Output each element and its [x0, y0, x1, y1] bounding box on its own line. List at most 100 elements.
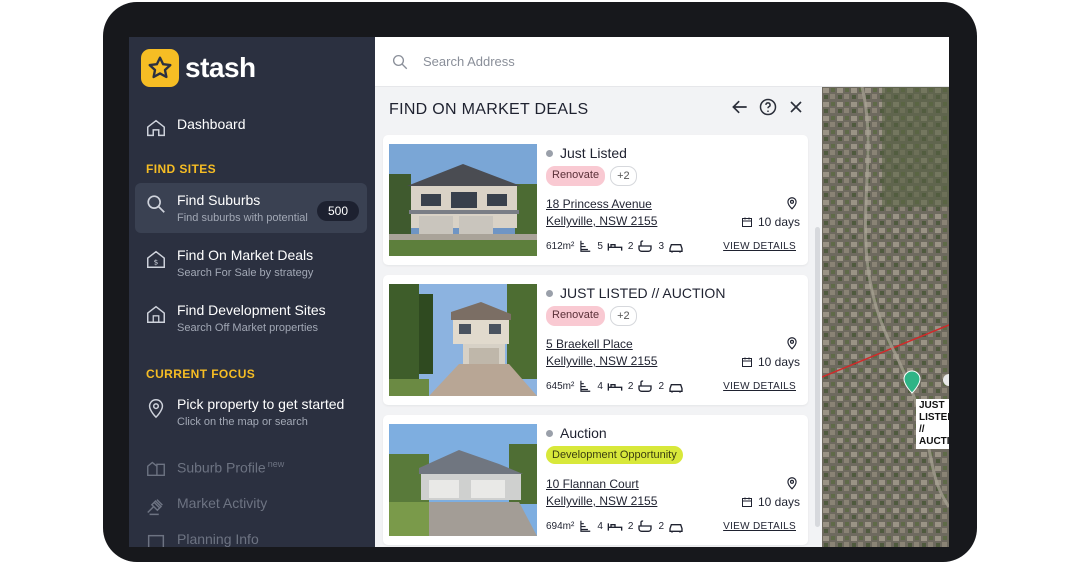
days-text: 10 days: [757, 215, 800, 229]
car-icon: [669, 244, 683, 253]
bath-count: 2: [627, 240, 634, 252]
panel-actions: [730, 97, 806, 117]
living-count: 2: [658, 380, 665, 392]
house-dollar-icon: $: [147, 250, 165, 268]
strategy-tag: Renovate: [546, 166, 606, 186]
bed-count: 5: [597, 240, 603, 252]
car-icon: [669, 384, 683, 393]
listing-card[interactable]: Just Listed Renovate +2 18 Princess Aven…: [383, 135, 808, 265]
house-outline-icon: [147, 305, 165, 323]
sidebar-item-label: Find On Market Deals: [177, 247, 314, 263]
sidebar-item-label: Find Suburbs: [177, 192, 261, 208]
listing-status: JUST LISTED // AUCTION: [560, 285, 726, 301]
logo[interactable]: stash: [141, 49, 256, 87]
sidebar-item-dashboard[interactable]: Dashboard: [135, 107, 367, 147]
section-find-sites: FIND SITES: [146, 162, 217, 176]
listing-card[interactable]: Auction Development Opportunity 10 Flann…: [383, 415, 808, 545]
calendar-icon: [741, 217, 752, 227]
land-size: 645m²: [546, 380, 575, 392]
sidebar: stash Dashboard FIND SITES Find Suburbs …: [129, 37, 375, 547]
calendar-icon: [741, 497, 752, 507]
bed-icon: [607, 243, 623, 251]
listing-photo: [389, 424, 537, 536]
sidebar-item-label: Market Activity: [177, 495, 268, 511]
sidebar-item-subtitle: Search For Sale by strategy: [177, 267, 314, 279]
suburb-building-icon: [147, 461, 165, 477]
listing-address-line1[interactable]: 5 Braekell Place: [546, 337, 633, 351]
sidebar-item-label: Find Development Sites: [177, 302, 326, 318]
listing-status: Just Listed: [560, 145, 627, 161]
suburb-count-badge: 500: [316, 201, 359, 221]
days-text: 10 days: [757, 355, 800, 369]
land-area-icon: [580, 520, 591, 532]
map-marker-label: JUST LISTED // AUCTION: [916, 399, 949, 449]
star-logo-icon: [141, 49, 179, 87]
search-icon: [147, 195, 165, 213]
listing-address-line2[interactable]: Kellyville, NSW 2155: [546, 354, 657, 368]
sidebar-item-find-development-sites[interactable]: Find Development Sites Search Off Market…: [135, 293, 367, 343]
search-icon[interactable]: [391, 53, 409, 71]
bath-count: 2: [627, 380, 634, 392]
land-area-icon: [580, 380, 591, 392]
sidebar-item-planning-info[interactable]: Planning Info: [135, 522, 367, 547]
bed-icon: [607, 383, 623, 391]
sidebar-item-label: Pick property to get started: [177, 396, 345, 412]
bath-icon: [638, 520, 653, 532]
sidebar-item-suburb-profile[interactable]: Suburb Profile new: [135, 447, 367, 487]
listing-address-line1[interactable]: 18 Princess Avenue: [546, 197, 652, 211]
sidebar-item-label: Suburb Profile: [177, 459, 266, 476]
map-pin-icon[interactable]: [785, 335, 799, 351]
help-icon[interactable]: [758, 97, 778, 117]
listing-address-line2[interactable]: Kellyville, NSW 2155: [546, 494, 657, 508]
sidebar-item-find-on-market-deals[interactable]: $ Find On Market Deals Search For Sale b…: [135, 238, 367, 288]
sidebar-item-subtitle: Search Off Market properties: [177, 322, 319, 334]
days-on-market: 10 days: [741, 215, 800, 229]
days-on-market: 10 days: [741, 495, 800, 509]
listing-photo: [389, 284, 537, 396]
sidebar-item-pick-property[interactable]: Pick property to get started Click on th…: [135, 387, 367, 437]
strategy-tag: Renovate: [546, 306, 606, 326]
close-icon[interactable]: [786, 97, 806, 117]
satellite-map[interactable]: JUST LISTED // AUCTION: [822, 87, 949, 547]
sidebar-item-market-activity[interactable]: Market Activity: [135, 486, 367, 526]
car-icon: [669, 524, 683, 533]
view-details-link[interactable]: VIEW DETAILS: [723, 381, 796, 392]
view-details-link[interactable]: VIEW DETAILS: [723, 241, 796, 252]
listing-specs: 645m² 4 2 2: [546, 379, 689, 393]
listing-photo: [389, 144, 537, 256]
map-pin-icon[interactable]: [785, 195, 799, 211]
calendar-icon: [741, 357, 752, 367]
sidebar-item-label: Dashboard: [177, 116, 246, 132]
listing-specs: 694m² 4 2 2: [546, 519, 689, 533]
land-size: 612m²: [546, 240, 575, 252]
living-count: 3: [658, 240, 665, 252]
panel-scrollbar[interactable]: [815, 227, 820, 527]
land-area-icon: [580, 240, 591, 252]
sidebar-item-label: Planning Info: [177, 531, 259, 547]
bath-icon: [638, 240, 653, 252]
location-pin-icon: [148, 399, 164, 419]
more-tags-button[interactable]: +2: [610, 166, 637, 186]
status-dot: [546, 429, 553, 437]
land-size: 694m²: [546, 520, 575, 532]
bath-icon: [638, 380, 653, 392]
listing-card[interactable]: JUST LISTED // AUCTION Renovate +2 5 Bra…: [383, 275, 808, 405]
listing-address-line1[interactable]: 10 Flannan Court: [546, 477, 639, 491]
home-icon: [147, 119, 165, 137]
sidebar-item-find-suburbs[interactable]: Find Suburbs Find suburbs with potential…: [135, 183, 367, 233]
search-bar: [375, 37, 949, 87]
view-details-link[interactable]: VIEW DETAILS: [723, 521, 796, 532]
bed-count: 4: [597, 520, 603, 532]
gavel-icon: [147, 499, 163, 516]
search-input[interactable]: [423, 54, 823, 69]
bed-count: 4: [597, 380, 603, 392]
deals-panel: FIND ON MARKET DEALS Just Listed Renovat…: [375, 87, 822, 547]
strategy-tag: Development Opportunity: [546, 446, 683, 464]
bath-count: 2: [627, 520, 634, 532]
panel-title: FIND ON MARKET DEALS: [389, 101, 589, 118]
back-arrow-icon[interactable]: [730, 97, 750, 117]
more-tags-button[interactable]: +2: [610, 306, 637, 326]
new-tag: new: [267, 459, 285, 469]
listing-address-line2[interactable]: Kellyville, NSW 2155: [546, 214, 657, 228]
map-pin-icon[interactable]: [785, 475, 799, 491]
